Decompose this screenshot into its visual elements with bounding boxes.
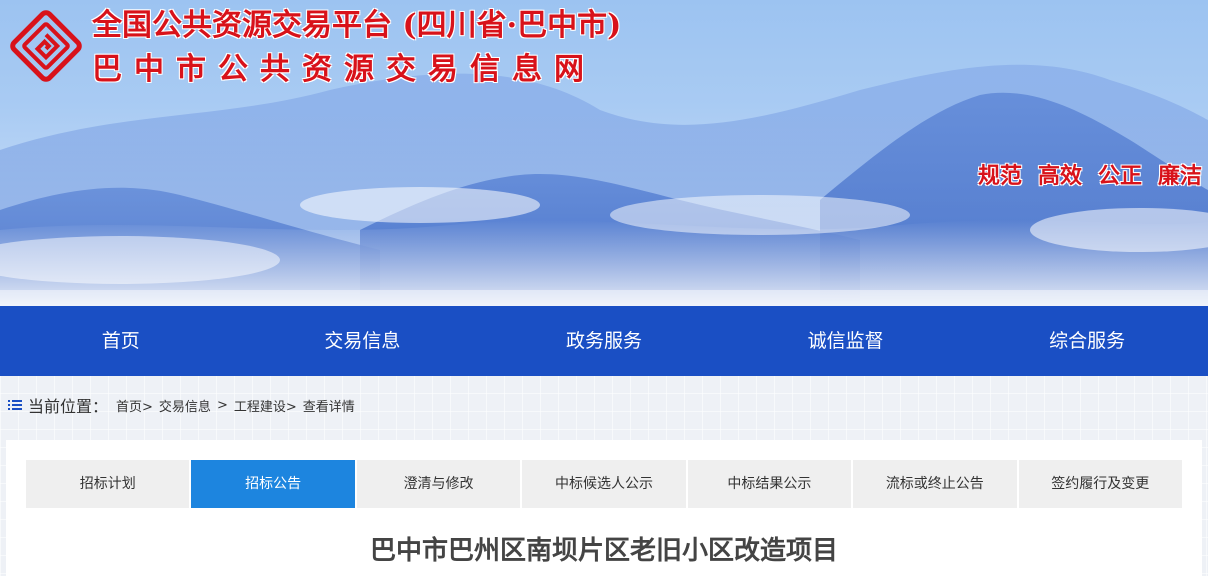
article-title: 巴中市巴州区南坝片区老旧小区改造项目 — [369, 536, 838, 566]
fret-pattern-logo-icon[interactable] — [8, 8, 84, 84]
breadcrumb-label: 当前位置： — [28, 397, 109, 416]
slogan-item: 高效 — [1037, 164, 1082, 189]
tab-candidate-publicity[interactable]: 中标候选人公示 — [522, 460, 686, 508]
site-title-line1: 全国公共资源交易平台 (四川省·巴中市) — [92, 8, 622, 43]
tab-clarification[interactable]: 澄清与修改 — [356, 460, 521, 508]
slogan: 规范 高效 公正 廉洁 — [978, 158, 1202, 190]
header-banner: 全国公共资源交易平台 (四川省·巴中市) 巴中市公共资源交易信息网 规范 高效 … — [0, 0, 1208, 306]
nav-item-trade-info[interactable]: 交易信息 — [242, 306, 484, 376]
list-icon — [8, 400, 22, 410]
nav-item-services[interactable]: 综合服务 — [966, 306, 1208, 376]
tab-winning-result[interactable]: 中标结果公示 — [687, 460, 852, 508]
breadcrumb-current: 查看详情 — [302, 399, 355, 415]
slogan-item: 廉洁 — [1157, 164, 1202, 189]
breadcrumb-engineering[interactable]: 工程建设> — [234, 396, 297, 415]
category-tabs: 招标计划 招标公告 澄清与修改 中标候选人公示 中标结果公示 流标或终止公告 签… — [26, 460, 1182, 508]
nav-item-gov-service[interactable]: 政务服务 — [483, 306, 725, 376]
tab-contract-performance[interactable]: 签约履行及变更 — [1018, 460, 1182, 508]
slogan-item: 公正 — [1097, 164, 1142, 189]
nav-item-home[interactable]: 首页 — [0, 306, 242, 376]
breadcrumb-home[interactable]: 首页> — [116, 396, 153, 415]
breadcrumb-trade-info[interactable]: 交易信息 — [159, 396, 211, 415]
tab-bidding-plan[interactable]: 招标计划 — [26, 460, 190, 508]
main-nav: 首页 交易信息 政务服务 诚信监督 综合服务 — [0, 306, 1208, 376]
site-title-line2: 巴中市公共资源交易信息网 — [92, 52, 596, 87]
tab-bidding-announcement[interactable]: 招标公告 — [191, 460, 355, 508]
slogan-item: 规范 — [977, 164, 1022, 189]
site-title: 全国公共资源交易平台 (四川省·巴中市) 巴中市公共资源交易信息网 — [92, 8, 621, 90]
breadcrumb-separator: > — [216, 397, 228, 413]
breadcrumb: 当前位置： 首页> 交易信息 > 工程建设> 查看详情 — [8, 394, 355, 416]
nav-item-credit[interactable]: 诚信监督 — [725, 306, 967, 376]
tab-failed-termination[interactable]: 流标或终止公告 — [853, 460, 1017, 508]
